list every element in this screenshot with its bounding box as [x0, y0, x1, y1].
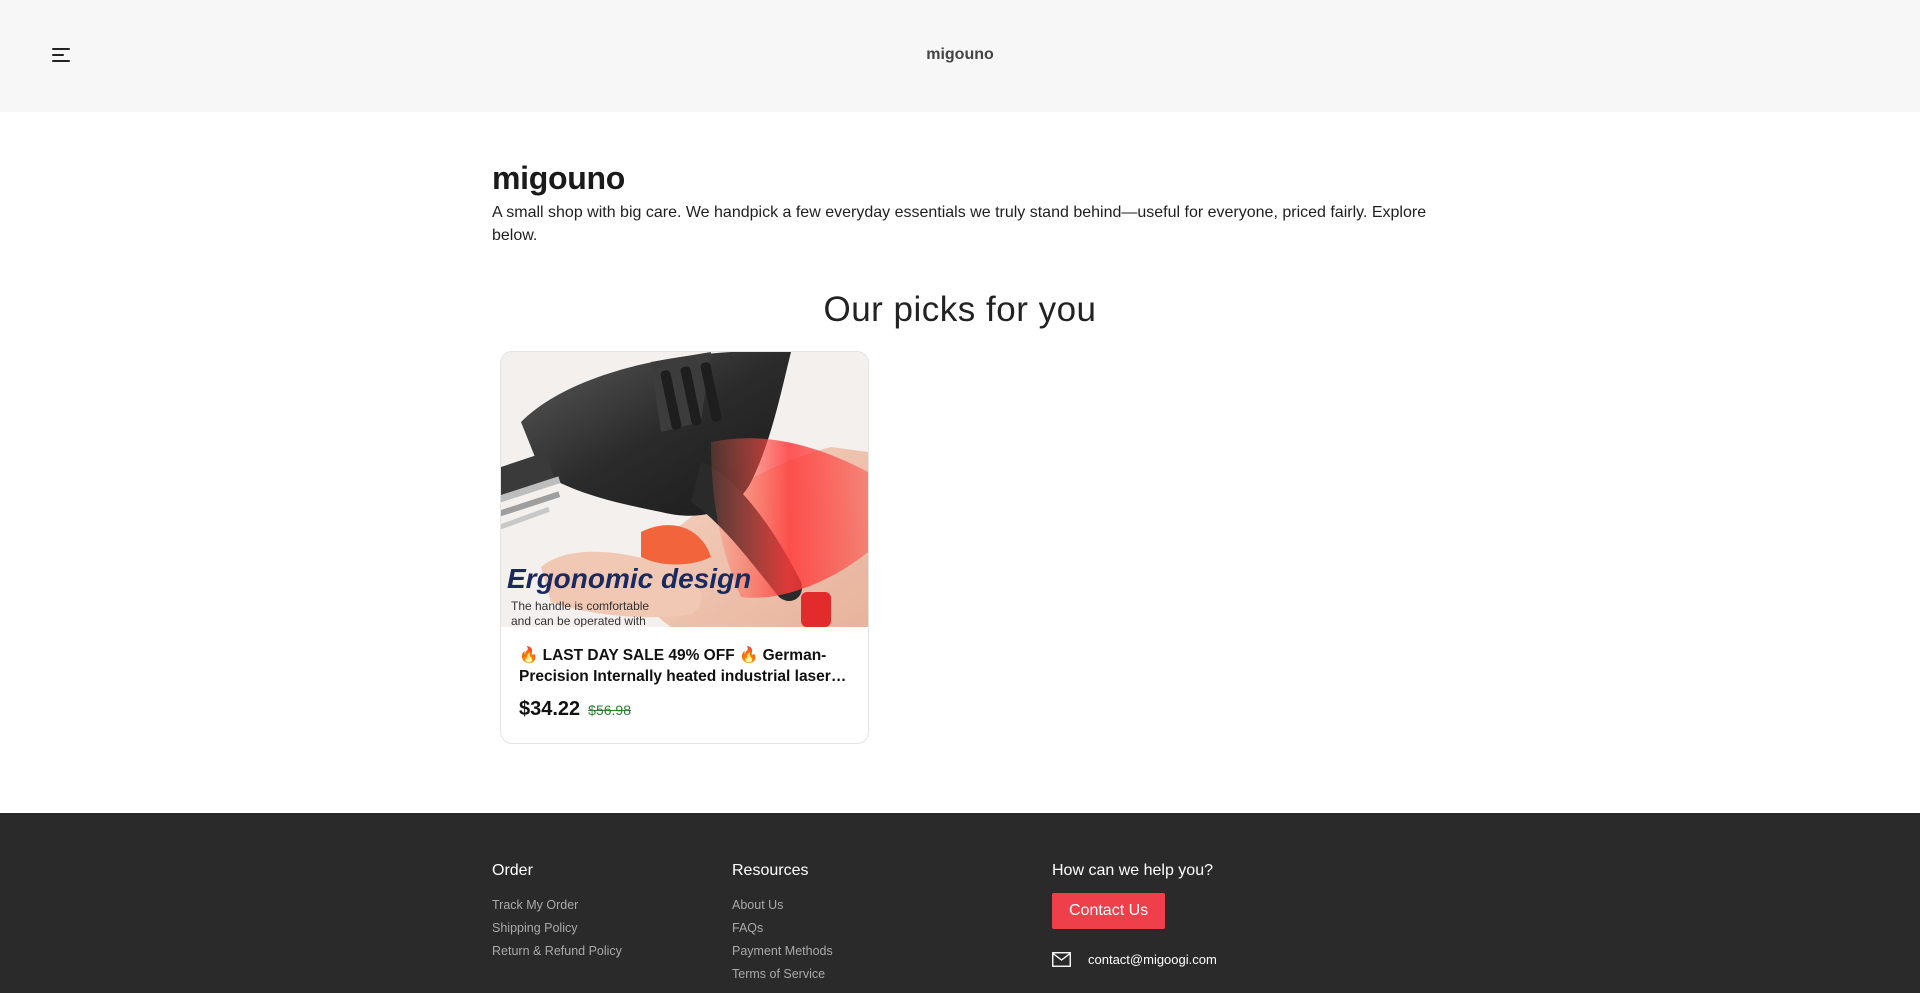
footer-link-shipping-policy[interactable]: Shipping Policy: [492, 917, 622, 940]
store-title: migouno: [492, 160, 625, 196]
footer-link-payment-methods[interactable]: Payment Methods: [732, 940, 833, 963]
product-title[interactable]: 🔥 LAST DAY SALE 49% OFF 🔥 German-Precisi…: [519, 645, 853, 687]
image-headline: Ergonomic design: [507, 563, 751, 594]
section-heading: Our picks for you: [823, 290, 1097, 329]
image-caption: and can be operated with: [511, 614, 646, 627]
site-header: migouno: [0, 0, 1920, 112]
footer-help-column: How can we help you? Contact Us contact@…: [1052, 862, 1217, 967]
mail-icon: [1052, 952, 1071, 967]
image-caption: The handle is comfortable: [511, 599, 649, 613]
site-footer: Order Track My Order Shipping Policy Ret…: [0, 813, 1920, 993]
product-image[interactable]: Ergonomic design The handle is comfortab…: [501, 352, 868, 627]
product-card[interactable]: Ergonomic design The handle is comfortab…: [500, 351, 869, 744]
footer-link-track-order[interactable]: Track My Order: [492, 894, 622, 917]
footer-heading: Order: [492, 862, 533, 879]
footer-heading: How can we help you?: [1052, 862, 1213, 879]
product-price: $34.22: [519, 698, 581, 720]
email-row[interactable]: contact@migoogi.com: [1052, 952, 1217, 967]
contact-us-button[interactable]: Contact Us: [1052, 893, 1166, 929]
compare-at-price: $56.98: [588, 702, 631, 718]
brand-name[interactable]: migouno: [0, 46, 1920, 64]
store-description: A small shop with big care. We handpick …: [492, 204, 1427, 244]
footer-link-about-us[interactable]: About Us: [732, 894, 833, 917]
footer-link-refund-policy[interactable]: Return & Refund Policy: [492, 940, 622, 963]
footer-resources-column: Resources About Us FAQs Payment Methods …: [732, 862, 833, 986]
footer-link-faqs[interactable]: FAQs: [732, 917, 833, 940]
footer-link-terms[interactable]: Terms of Service: [732, 963, 833, 986]
footer-heading: Resources: [732, 862, 809, 879]
price-row: $34.22 $56.98: [519, 698, 631, 721]
footer-order-column: Order Track My Order Shipping Policy Ret…: [492, 862, 622, 963]
contact-email[interactable]: contact@migoogi.com: [1088, 952, 1217, 967]
